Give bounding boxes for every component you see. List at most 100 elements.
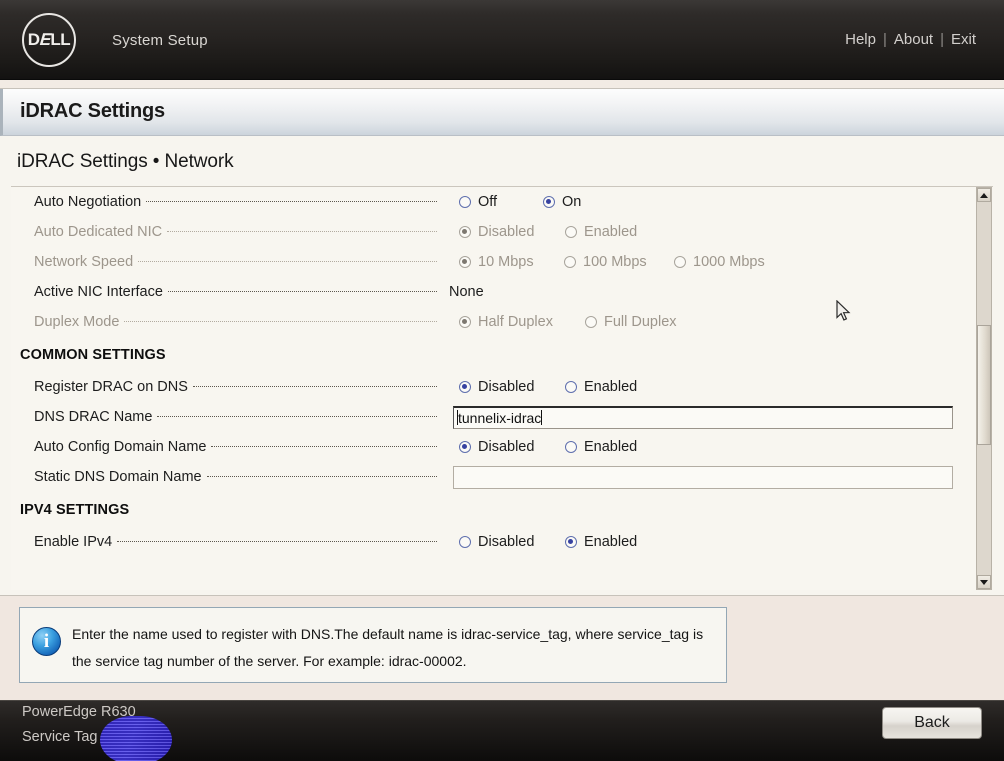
setting-row-auto-config-domain-name: Auto Config Domain Name Disabled Enabled [11, 432, 977, 462]
radio-option-enabled[interactable]: Enabled [565, 439, 637, 455]
radio-icon [564, 256, 576, 268]
radio-label: 100 Mbps [583, 254, 647, 270]
radio-icon [459, 536, 471, 548]
radio-label: 10 Mbps [478, 254, 534, 270]
dell-logo-text: DELL [28, 30, 70, 50]
setting-label: Network Speed [11, 254, 441, 270]
radio-option-full-duplex: Full Duplex [585, 314, 677, 330]
radio-label: Disabled [478, 534, 534, 550]
page-title: System Setup [112, 32, 208, 49]
setting-controls: Disabled Enabled [441, 224, 977, 240]
leader-line [211, 446, 437, 447]
radio-label: Enabled [584, 439, 637, 455]
idrac-settings-panel: iDRAC Settings iDRAC Settings • Network … [0, 88, 1004, 596]
radio-option-10mbps: 10 Mbps [459, 254, 564, 270]
radio-label: 1000 Mbps [693, 254, 765, 270]
setting-controls: Disabled Enabled [441, 379, 977, 395]
label-text: Register DRAC on DNS [34, 379, 188, 395]
setting-row-network-speed: Network Speed 10 Mbps 100 Mbps 1000 Mbps [11, 247, 977, 277]
setting-row-auto-negotiation: Auto Negotiation Off On [11, 187, 977, 217]
scroll-down-arrow-icon[interactable] [977, 575, 991, 589]
setting-controls: Disabled Enabled [441, 534, 977, 550]
text-caret [541, 410, 542, 425]
label-text: Duplex Mode [34, 314, 119, 330]
settings-vertical-scrollbar[interactable] [976, 187, 992, 590]
setting-controls: None [441, 284, 977, 300]
nav-separator-2: | [940, 31, 944, 48]
radio-option-on[interactable]: On [543, 194, 581, 210]
setting-row-duplex-mode: Duplex Mode Half Duplex Full Duplex [11, 307, 977, 337]
breadcrumb: iDRAC Settings • Network [17, 151, 233, 173]
panel-title: iDRAC Settings [20, 100, 165, 123]
system-setup-screen: DELL System Setup Help | About | Exit iD… [0, 0, 1004, 761]
label-text: Auto Config Domain Name [34, 439, 206, 455]
scrollbar-thumb[interactable] [977, 325, 991, 445]
label-text: Enable IPv4 [34, 534, 112, 550]
label-text: Network Speed [34, 254, 133, 270]
setting-label: Register DRAC on DNS [11, 379, 441, 395]
label-text: Static DNS Domain Name [34, 469, 202, 485]
active-nic-value: None [449, 284, 484, 300]
radio-icon [674, 256, 686, 268]
setting-label: DNS DRAC Name [11, 409, 441, 425]
help-link[interactable]: Help [845, 31, 876, 48]
scroll-up-arrow-icon[interactable] [977, 188, 991, 202]
setting-row-register-drac-on-dns: Register DRAC on DNS Disabled Enabled [11, 372, 977, 402]
setting-label: Static DNS Domain Name [11, 469, 441, 485]
nav-separator-1: | [883, 31, 887, 48]
radio-option-disabled[interactable]: Disabled [459, 379, 565, 395]
radio-option-disabled: Disabled [459, 224, 565, 240]
radio-option-enabled[interactable]: Enabled [565, 379, 637, 395]
radio-icon [459, 256, 471, 268]
radio-icon [459, 441, 471, 453]
leader-line [193, 386, 437, 387]
radio-icon [459, 381, 471, 393]
static-dns-domain-name-input[interactable] [453, 466, 953, 489]
radio-option-enabled: Enabled [565, 224, 637, 240]
dns-drac-name-input[interactable]: tunnelix-idrac [453, 406, 953, 429]
service-tag-label: Service Tag [22, 729, 98, 745]
radio-label: Enabled [584, 379, 637, 395]
leader-line [168, 291, 437, 292]
leader-line [167, 231, 437, 232]
exit-link[interactable]: Exit [951, 31, 976, 48]
radio-label: Enabled [584, 534, 637, 550]
radio-label: Half Duplex [478, 314, 553, 330]
setting-row-auto-dedicated-nic: Auto Dedicated NIC Disabled Enabled [11, 217, 977, 247]
help-text: Enter the name used to register with DNS… [72, 621, 717, 675]
setting-controls: 10 Mbps 100 Mbps 1000 Mbps [441, 254, 977, 270]
radio-icon [565, 226, 577, 238]
leader-line [124, 321, 437, 322]
radio-label: Enabled [584, 224, 637, 240]
setting-row-active-nic-interface: Active NIC Interface None [11, 277, 977, 307]
label-text: Auto Negotiation [34, 194, 141, 210]
back-button[interactable]: Back [882, 707, 982, 739]
radio-option-disabled[interactable]: Disabled [459, 534, 565, 550]
radio-option-disabled[interactable]: Disabled [459, 439, 565, 455]
radio-option-half-duplex: Half Duplex [459, 314, 585, 330]
info-icon: i [32, 627, 61, 656]
about-link[interactable]: About [894, 31, 933, 48]
radio-icon [585, 316, 597, 328]
radio-option-off[interactable]: Off [459, 194, 543, 210]
label-text: Auto Dedicated NIC [34, 224, 162, 240]
setting-row-enable-ipv4: Enable IPv4 Disabled Enabled [11, 527, 977, 557]
radio-icon [565, 381, 577, 393]
setting-controls: Half Duplex Full Duplex [441, 314, 977, 330]
radio-icon [565, 536, 577, 548]
radio-icon [459, 316, 471, 328]
help-area: i Enter the name used to register with D… [0, 596, 1004, 700]
dell-logo-icon: DELL [22, 13, 76, 67]
radio-icon [459, 226, 471, 238]
top-header-bar: DELL System Setup Help | About | Exit [0, 0, 1004, 80]
leader-line [117, 541, 437, 542]
setting-controls [441, 466, 977, 489]
triangle-down-glyph [980, 580, 988, 585]
radio-label: Disabled [478, 379, 534, 395]
settings-list: Auto Negotiation Off On Aut [11, 187, 977, 590]
leader-line [157, 416, 437, 417]
radio-option-enabled[interactable]: Enabled [565, 534, 637, 550]
setting-controls: Off On [441, 194, 977, 210]
leader-line [146, 201, 437, 202]
panel-title-bar: iDRAC Settings [0, 89, 1004, 136]
